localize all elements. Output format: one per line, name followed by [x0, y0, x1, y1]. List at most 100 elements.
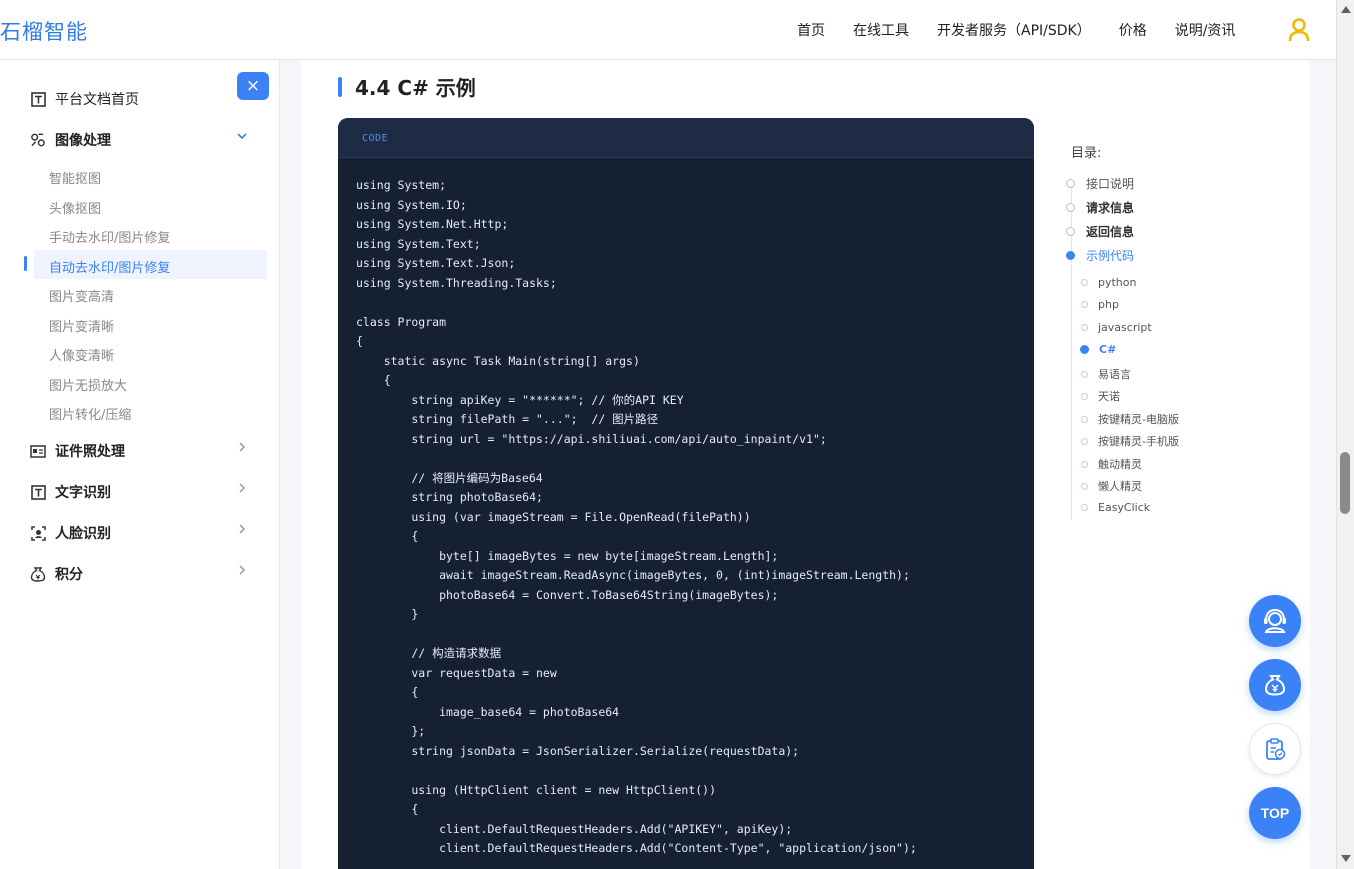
user-icon[interactable]	[1288, 18, 1310, 42]
toc-sub-label: python	[1098, 276, 1137, 289]
toc-sub-ajjl-mobile[interactable]: 按键精灵-手机版	[1081, 433, 1179, 449]
toc-sub-yiyuyan[interactable]: 易语言	[1081, 366, 1131, 382]
customer-service-icon	[1264, 608, 1286, 633]
code-line: {	[356, 529, 419, 543]
code-line: using System;	[356, 178, 447, 192]
nav-pricing[interactable]: 价格	[1119, 20, 1147, 40]
toc-dot	[1081, 370, 1088, 378]
sidebar-sub-hd[interactable]: 图片变高清	[49, 286, 114, 305]
code-line: using System.IO;	[356, 197, 467, 212]
sidebar-item-face[interactable]: 人脸识别	[30, 523, 246, 543]
page-scrollbar[interactable]	[1336, 0, 1354, 869]
code-block[interactable]: CODE using System; using System.IO; using …	[338, 118, 1034, 869]
clipboard-button[interactable]	[1249, 723, 1301, 775]
code-language-tag: CODE	[362, 133, 389, 144]
sidebar-sub-convert-compress[interactable]: 图片转化/压缩	[49, 404, 131, 423]
toc-sub-label: 天诺	[1098, 390, 1120, 403]
toc-sub-easyclick[interactable]: EasyClick	[1081, 501, 1150, 514]
clipboard-icon	[1266, 738, 1286, 760]
toc-sub-touchsprite[interactable]: 触动精灵	[1081, 456, 1142, 472]
toc-dot	[1081, 392, 1088, 400]
toc-dot	[1081, 437, 1088, 445]
sidebar-sub-manual-watermark[interactable]: 手动去水印/图片修复	[49, 227, 170, 246]
money-bag-icon	[1264, 675, 1286, 696]
chevron-down-icon	[236, 130, 248, 145]
customer-service-button[interactable]	[1249, 595, 1301, 647]
code-line: string jsonData = JsonSerializer.Seriali…	[356, 743, 800, 758]
sidebar-sub-sharpen[interactable]: 图片变清晰	[49, 316, 114, 335]
scroll-down-icon[interactable]	[1341, 855, 1351, 862]
site-logo[interactable]: 石榴智能	[0, 16, 88, 46]
top-header: 石榴智能 首页 在线工具 开发者服务（API/SDK） 价格 说明/资讯	[0, 0, 1336, 60]
code-line: string photoBase64;	[356, 490, 543, 504]
nav-docs-news[interactable]: 说明/资讯	[1175, 20, 1236, 40]
toc-sub-python[interactable]: python	[1081, 276, 1136, 289]
code-line: class Program	[356, 314, 447, 329]
points-button[interactable]	[1249, 659, 1301, 711]
toc-sub-csharp[interactable]: C#	[1080, 343, 1116, 356]
toc-dot	[1081, 324, 1088, 331]
toc-sub-label: php	[1098, 298, 1119, 311]
active-indicator	[24, 256, 27, 271]
toc-sub-ajjl-pc[interactable]: 按键精灵-电脑版	[1081, 411, 1179, 427]
code-line: await imageStream.ReadAsync(imageBytes, …	[356, 568, 910, 582]
heading-accent-bar	[338, 76, 342, 97]
code-line: using (var imageStream = File.OpenRead(f…	[356, 509, 751, 524]
code-line: string filePath = "..."; // 图片路径	[356, 412, 659, 426]
sidebar-item-id-photo[interactable]: 证件照处理	[30, 441, 246, 461]
toc-sub-label: EasyClick	[1098, 501, 1151, 514]
face-scan-icon	[30, 525, 46, 541]
chevron-right-icon	[236, 523, 248, 538]
nav-developer-services[interactable]: 开发者服务（API/SDK）	[937, 20, 1091, 40]
toc-sub-label: 懒人精灵	[1098, 480, 1142, 493]
code-line: using System.Net.Http;	[356, 217, 509, 231]
code-line: photoBase64 = Convert.ToBase64String(ima…	[356, 587, 779, 602]
sidebar-item-label: 文字识别	[55, 485, 111, 501]
toc-dot	[1081, 460, 1088, 468]
sidebar-sub-auto-watermark[interactable]: 自动去水印/图片修复	[49, 257, 170, 276]
code-line: using (HttpClient client = new HttpClien…	[356, 782, 717, 797]
scroll-up-icon[interactable]	[1341, 6, 1351, 13]
sidebar-item-image-processing[interactable]: 图像处理	[30, 130, 247, 150]
toc-dot	[1081, 415, 1088, 423]
sidebar-item-home[interactable]: 平台文档首页	[30, 89, 139, 109]
code-line: client.DefaultRequestHeaders.Add("APIKEY…	[356, 821, 793, 836]
toc-sub-php[interactable]: php	[1081, 298, 1119, 311]
sidebar-sub-lossless-enlarge[interactable]: 图片无损放大	[49, 375, 127, 394]
toc-item-response[interactable]: 返回信息	[1066, 223, 1134, 240]
code-line: using System.Threading.Tasks;	[356, 275, 557, 290]
toc-item-request[interactable]: 请求信息	[1066, 199, 1134, 216]
nav-online-tools[interactable]: 在线工具	[853, 20, 909, 40]
sidebar-sub-portrait-sharpen[interactable]: 人像变清晰	[49, 345, 114, 364]
code-line: {	[356, 802, 419, 816]
text-box-icon	[30, 91, 46, 107]
toc-sub-tiannuo[interactable]: 天诺	[1081, 388, 1120, 404]
code-line: using System.Text.Json;	[356, 256, 516, 270]
sidebar-sub-smart-cutout[interactable]: 智能抠图	[49, 168, 101, 187]
scrollbar-thumb[interactable]	[1340, 452, 1350, 514]
code-line: static async Task Main(string[] args)	[356, 353, 640, 368]
toc-sub-javascript[interactable]: javascript	[1081, 321, 1152, 334]
toc-sub-lanren[interactable]: 懒人精灵	[1081, 478, 1142, 494]
toc-item-label: 返回信息	[1086, 225, 1135, 239]
toc-dot	[1066, 179, 1075, 188]
toc-item-sample-code[interactable]: 示例代码	[1066, 247, 1134, 264]
sidebar-item-ocr[interactable]: 文字识别	[30, 482, 246, 502]
code-line: client.DefaultRequestHeaders.Add("Conten…	[356, 841, 917, 855]
sidebar-item-label: 人脸识别	[55, 526, 111, 542]
toc-dot	[1066, 203, 1075, 212]
code-content[interactable]: using System; using System.IO; using Syste…	[356, 176, 917, 859]
back-to-top-button[interactable]: TOP	[1249, 787, 1301, 839]
code-line: string apiKey = "******"; // 你的API KEY	[356, 392, 684, 407]
sidebar-item-points[interactable]: 积分	[30, 564, 246, 584]
toc-item-label: 接口说明	[1086, 177, 1135, 191]
nav-home[interactable]: 首页	[797, 20, 825, 40]
sidebar-sub-avatar-cutout[interactable]: 头像抠图	[49, 198, 101, 217]
close-sidebar-button[interactable]: ×	[237, 72, 269, 100]
toc-sub-label: 触动精灵	[1098, 458, 1142, 471]
sidebar-item-label: 证件照处理	[55, 444, 125, 460]
toc-item-interface[interactable]: 接口说明	[1066, 175, 1134, 192]
